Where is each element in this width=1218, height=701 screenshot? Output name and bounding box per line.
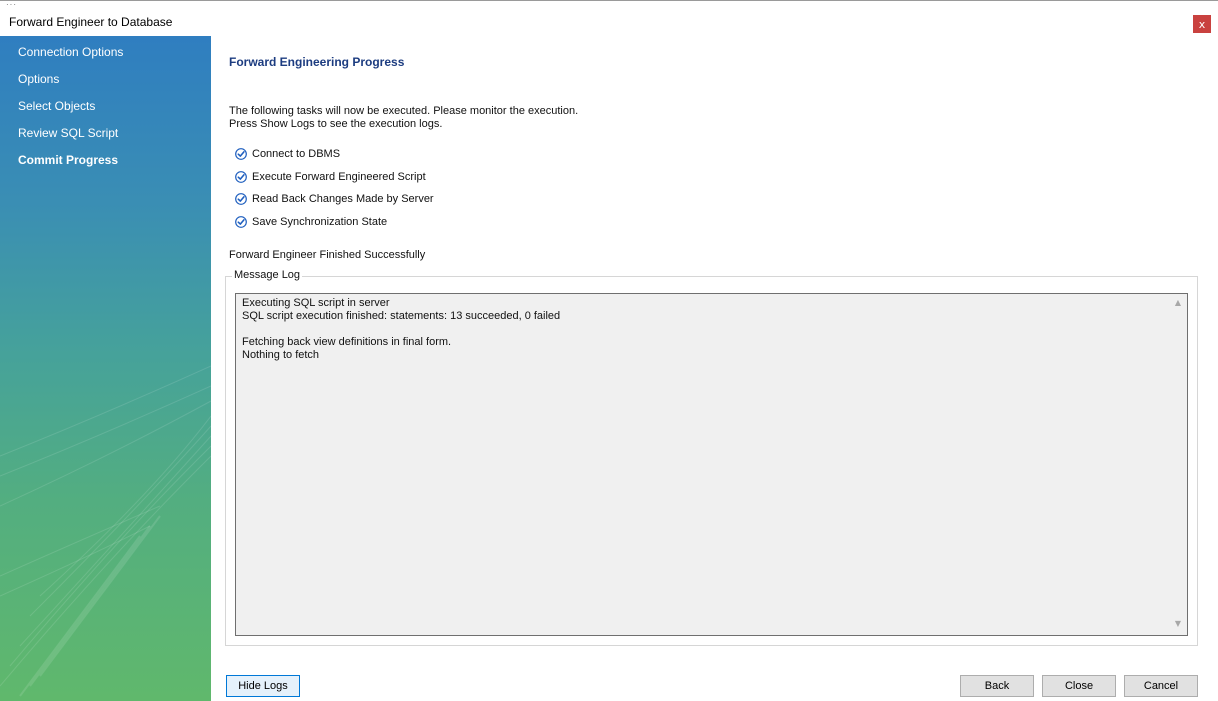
check-circle-icon [235,148,247,160]
task-label: Save Synchronization State [252,216,388,228]
task-save-sync-state: Save Synchronization State [235,214,387,230]
message-log-textarea[interactable]: Executing SQL script in server SQL scrip… [235,293,1188,636]
task-label: Read Back Changes Made by Server [252,193,434,205]
wizard-sidebar: Connection Options Options Select Object… [0,36,211,701]
sidebar-item-connection-options: Connection Options [18,45,124,59]
page-title: Forward Engineering Progress [229,55,405,69]
task-label: Execute Forward Engineered Script [252,171,426,183]
task-label: Connect to DBMS [252,148,341,160]
back-button[interactable]: Back [960,675,1034,697]
log-line: Executing SQL script in server [242,297,390,309]
close-window-button[interactable]: x [1193,15,1211,33]
task-connect-to-dbms: Connect to DBMS [235,146,340,162]
sidebar-item-commit-progress: Commit Progress [18,153,119,167]
task-read-back-changes: Read Back Changes Made by Server [235,191,434,207]
window-title: Forward Engineer to Database [9,15,173,29]
title-bar: ··· Forward Engineer to Database x [0,0,1218,36]
description-line-1: The following tasks will now be executed… [229,105,579,117]
check-circle-icon [235,216,247,228]
log-line: Nothing to fetch [242,349,320,361]
sidebar-item-options: Options [18,72,60,86]
check-circle-icon [235,193,247,205]
check-circle-icon [235,171,247,183]
window-grip: ··· [6,0,17,9]
status-message: Forward Engineer Finished Successfully [229,249,426,261]
message-log-legend: Message Log [232,269,303,281]
chevron-up-icon[interactable]: ▲ [1172,298,1184,308]
task-execute-script: Execute Forward Engineered Script [235,169,426,185]
hide-logs-button[interactable]: Hide Logs [226,675,300,697]
log-line: SQL script execution finished: statement… [242,310,561,322]
close-button[interactable]: Close [1042,675,1116,697]
cancel-button[interactable]: Cancel [1124,675,1198,697]
description-line-2: Press Show Logs to see the execution log… [229,118,443,130]
sidebar-item-review-sql-script: Review SQL Script [18,126,119,140]
chevron-down-icon[interactable]: ▼ [1172,619,1184,629]
log-line: Fetching back view definitions in final … [242,336,452,348]
sidebar-item-select-objects: Select Objects [18,99,96,113]
